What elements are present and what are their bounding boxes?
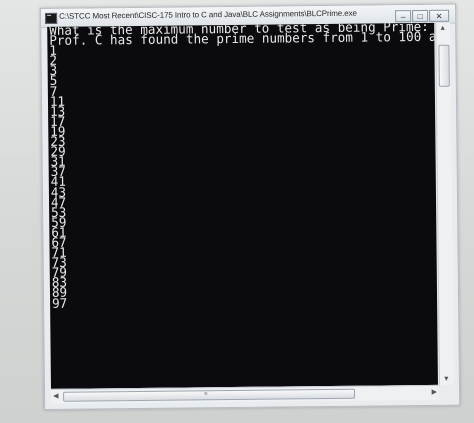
- vertical-scroll-thumb[interactable]: [438, 44, 450, 87]
- scroll-left-arrow-icon[interactable]: ◀: [53, 392, 58, 400]
- console-app-icon[interactable]: [45, 12, 58, 24]
- console-window: C:\STCC Most Recent\CISC-175 Intro to C …: [40, 3, 461, 410]
- window-controls: – □ ✕: [394, 9, 450, 24]
- console-output-area[interactable]: What is the maximum number to test as be…: [47, 22, 438, 389]
- maximize-button[interactable]: □: [412, 9, 429, 23]
- close-button[interactable]: ✕: [429, 9, 450, 22]
- scroll-grip-icon: ≡: [204, 391, 208, 398]
- scroll-up-arrow-icon[interactable]: ▲: [439, 25, 446, 32]
- console-text: What is the maximum number to test as be…: [49, 22, 438, 312]
- horizontal-scroll-thumb[interactable]: ≡: [63, 388, 356, 402]
- window-title: C:\STCC Most Recent\CISC-175 Intro to C …: [59, 8, 357, 21]
- scroll-right-arrow-icon[interactable]: ▶: [432, 388, 437, 396]
- scroll-down-arrow-icon[interactable]: ▼: [443, 376, 450, 383]
- vertical-scrollbar[interactable]: ▲ ▼: [435, 22, 454, 385]
- minimize-button[interactable]: –: [395, 10, 412, 23]
- horizontal-scrollbar[interactable]: ◀ ≡ ▶: [50, 384, 440, 404]
